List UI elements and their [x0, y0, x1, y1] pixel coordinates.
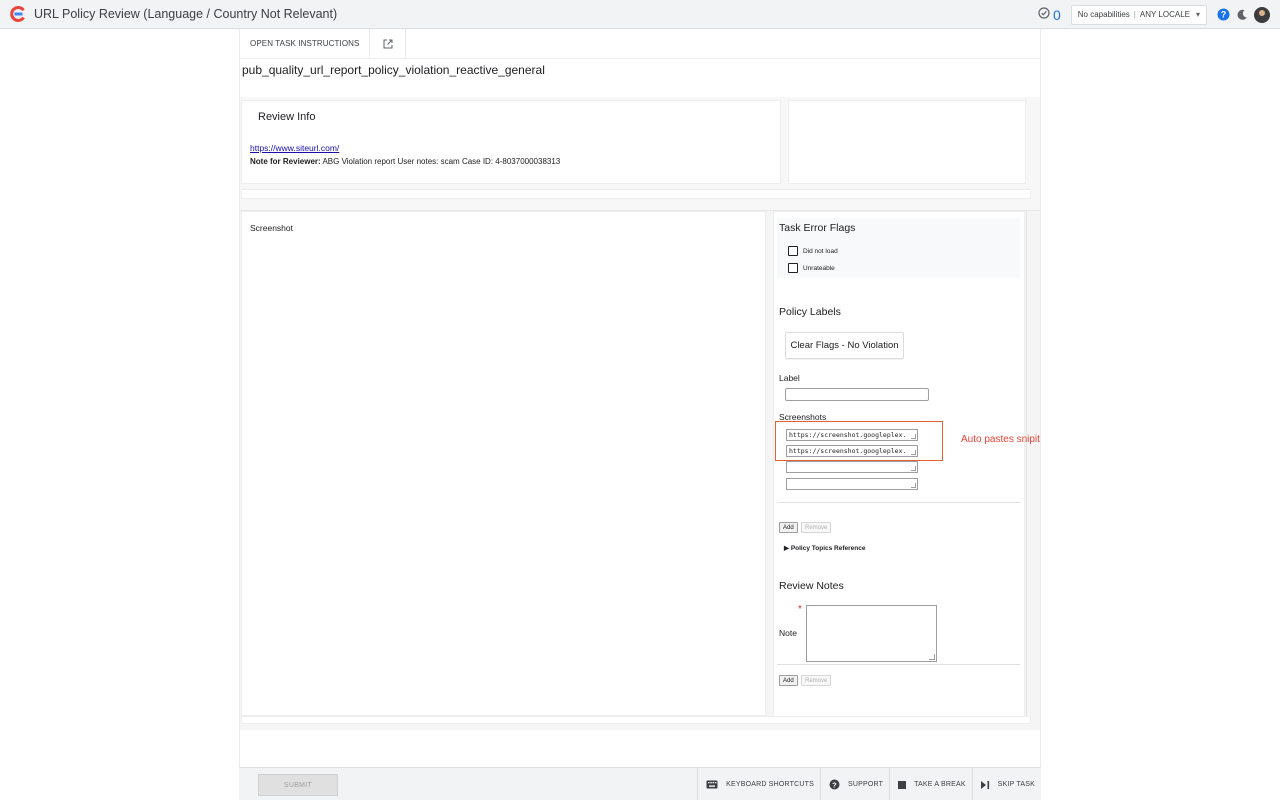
- keyboard-icon: [706, 780, 718, 789]
- stop-icon: [898, 780, 907, 789]
- chevron-down-icon: ▾: [1195, 10, 1200, 19]
- policy-topics-reference-label: Policy Topics Reference: [790, 545, 866, 552]
- required-mark: *: [798, 604, 802, 615]
- topbar-actions: 0 No capabilities | ANY LOCALE ▾ ?: [1038, 0, 1280, 29]
- review-url-link[interactable]: https://www.siteurl.com/: [250, 143, 339, 153]
- note-textarea[interactable]: [806, 605, 937, 662]
- take-a-break-label: TAKE A BREAK: [914, 781, 966, 788]
- vertical-scrollbar[interactable]: [1026, 211, 1034, 723]
- help-icon: ?: [829, 779, 840, 790]
- app-logo-icon[interactable]: [10, 5, 26, 22]
- note-for-reviewer-text: ABG Violation report User notes: scam Ca…: [320, 157, 561, 166]
- avatar[interactable]: [1254, 6, 1270, 23]
- take-a-break-button[interactable]: TAKE A BREAK: [889, 768, 972, 800]
- skip-next-icon: [980, 780, 990, 789]
- skip-task-label: SKIP TASK: [997, 781, 1035, 788]
- capabilities-text: No capabilities: [1077, 10, 1130, 19]
- annotation-highlight-box: [775, 421, 943, 461]
- add-note-button[interactable]: Add: [779, 675, 798, 686]
- keyboard-shortcuts-button[interactable]: KEYBOARD SHORTCUTS: [697, 768, 820, 800]
- flag-unrateable[interactable]: Unrateable: [788, 263, 835, 273]
- svg-text:?: ?: [1221, 10, 1227, 20]
- support-button[interactable]: ? SUPPORT: [819, 768, 889, 800]
- remove-screenshot-button[interactable]: Remove: [801, 522, 832, 533]
- skip-task-button[interactable]: SKIP TASK: [971, 768, 1041, 800]
- did-not-load-checkbox[interactable]: [788, 246, 798, 256]
- add-screenshot-button[interactable]: Add: [779, 522, 798, 533]
- divider: [777, 664, 1020, 665]
- top-bar: URL Policy Review (Language / Country No…: [0, 0, 1280, 29]
- remove-note-button[interactable]: Remove: [801, 675, 832, 686]
- annotation-text: Auto pastes snipit: [961, 434, 1040, 445]
- note-for-reviewer-label: Note for Reviewer:: [250, 157, 321, 166]
- svg-text:?: ?: [832, 780, 837, 789]
- review-info-title: Review Info: [258, 111, 316, 123]
- keyboard-shortcuts-label: KEYBOARD SHORTCUTS: [726, 781, 814, 788]
- screenshot-label: Screenshot: [250, 223, 293, 233]
- task-error-flags-title: Task Error Flags: [779, 222, 856, 234]
- policy-labels-title: Policy Labels: [779, 306, 841, 318]
- review-info-side-panel: [788, 100, 1026, 184]
- app-title: URL Policy Review (Language / Country No…: [34, 7, 338, 21]
- task-error-flags-box: Task Error Flags Did not load Unrateable: [777, 218, 1020, 278]
- help-icon[interactable]: ?: [1217, 8, 1230, 21]
- review-notes-title: Review Notes: [779, 580, 844, 592]
- task-name: pub_quality_url_report_policy_violation_…: [242, 63, 545, 77]
- clear-flags-no-violation-button[interactable]: Clear Flags - No Violation: [785, 332, 904, 359]
- dark-mode-icon[interactable]: [1236, 9, 1248, 21]
- divider: [777, 502, 1020, 503]
- open-external-icon[interactable]: [370, 28, 407, 59]
- capabilities-locale-select[interactable]: No capabilities | ANY LOCALE ▾: [1070, 4, 1207, 25]
- review-info-section: Review Info https://www.siteurl.com/ Not…: [240, 97, 1040, 222]
- footer-bar: SUBMIT KEYBOARD SHORTCUTS ? SUPPORT TAKE…: [239, 767, 1041, 800]
- label-input[interactable]: [785, 388, 929, 401]
- labeling-panel: Task Error Flags Did not load Unrateable…: [773, 211, 1025, 723]
- footer-actions: KEYBOARD SHORTCUTS ? SUPPORT TAKE A BREA…: [697, 768, 1041, 800]
- note-label: Note: [779, 628, 797, 638]
- screenshot-panel: Screenshot: [241, 211, 766, 716]
- review-info-card: Review Info https://www.siteurl.com/ Not…: [241, 100, 781, 184]
- did-not-load-label: Did not load: [803, 247, 838, 255]
- triangle-right-icon: ▶: [784, 545, 789, 552]
- check-circle-icon: [1038, 6, 1050, 24]
- work-section: Screenshot Task Error Flags Did not load…: [240, 210, 1040, 730]
- screenshot-url-input-4[interactable]: [786, 478, 918, 490]
- task-counter[interactable]: 0: [1038, 6, 1061, 24]
- instructions-bar: OPEN TASK INSTRUCTIONS: [240, 28, 1040, 59]
- task-count: 0: [1052, 6, 1061, 23]
- label-field-label: Label: [779, 373, 800, 383]
- flag-did-not-load[interactable]: Did not load: [788, 246, 838, 256]
- screenshot-url-input-3[interactable]: [786, 461, 918, 473]
- note-for-reviewer: Note for Reviewer: ABG Violation report …: [250, 157, 560, 166]
- unrateable-label: Unrateable: [803, 264, 835, 272]
- policy-topics-reference-toggle[interactable]: ▶ Policy Topics Reference: [784, 544, 865, 552]
- submit-button[interactable]: SUBMIT: [258, 774, 338, 796]
- locale-text: ANY LOCALE: [1139, 10, 1190, 19]
- task-main-column: OPEN TASK INSTRUCTIONS pub_quality_url_r…: [239, 28, 1041, 800]
- review-info-footer-strip: [241, 189, 1031, 199]
- support-label: SUPPORT: [847, 781, 884, 788]
- unrateable-checkbox[interactable]: [788, 263, 798, 273]
- work-section-bottom-strip: [241, 716, 1031, 724]
- open-task-instructions-button[interactable]: OPEN TASK INSTRUCTIONS: [240, 28, 371, 59]
